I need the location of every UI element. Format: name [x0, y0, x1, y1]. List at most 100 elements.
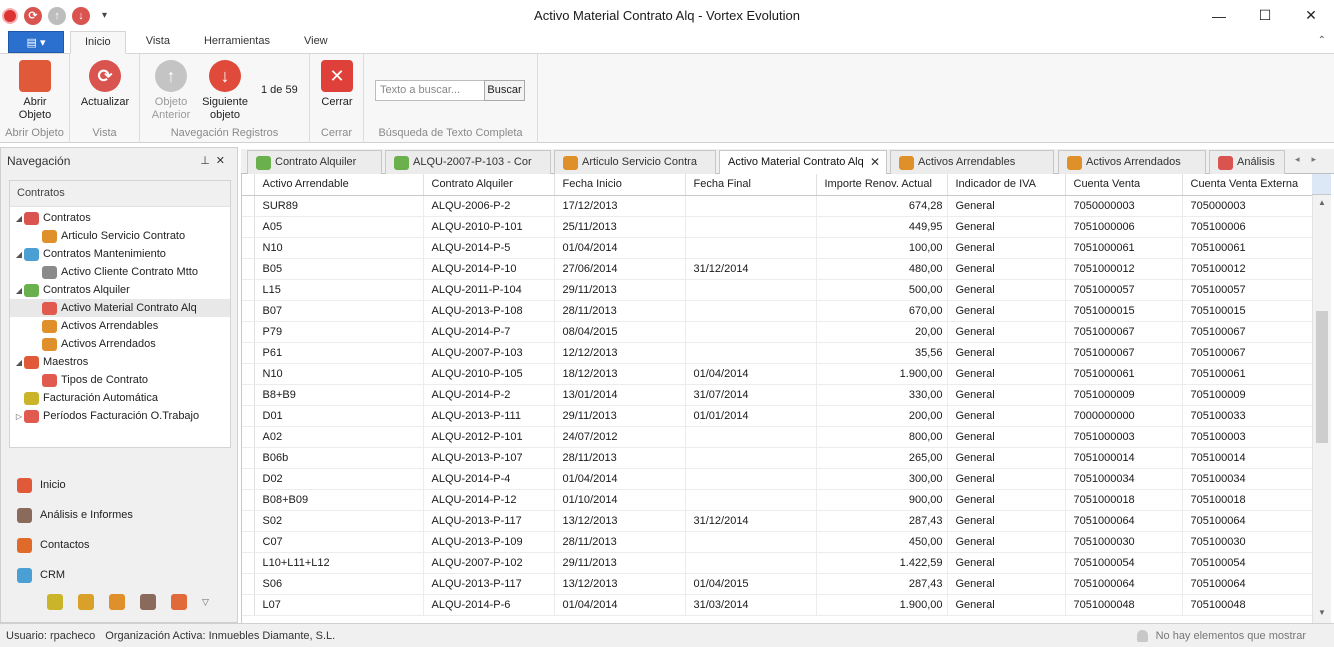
maximize-button[interactable]: ☐ [1242, 0, 1288, 31]
table-cell[interactable]: B05 [254, 258, 424, 280]
table-cell[interactable]: General [947, 237, 1066, 259]
table-cell[interactable]: 7051000057 [1065, 279, 1183, 301]
table-cell[interactable]: 7051000064 [1065, 510, 1183, 532]
box-icon[interactable] [109, 594, 125, 610]
expand-icon[interactable]: ◢ [14, 286, 24, 295]
table-row[interactable]: A02 ALQU-2012-P-101 24/07/2012 800,00 Genera… [242, 426, 1314, 448]
row-indicator[interactable] [242, 384, 255, 406]
tree-item[interactable]: ◢ Maestros [10, 353, 230, 371]
table-cell[interactable]: 01/04/2014 [554, 594, 686, 616]
table-cell[interactable]: B06b [254, 447, 424, 469]
table-cell[interactable]: ALQU-2010-P-105 [423, 363, 555, 385]
table-cell[interactable] [685, 552, 817, 574]
siguiente-objeto-button[interactable]: ↓ Siguiente objeto [200, 60, 250, 122]
table-cell[interactable]: 01/04/2015 [685, 573, 817, 595]
table-cell[interactable]: ALQU-2010-P-101 [423, 216, 555, 238]
table-row[interactable]: B06b ALQU-2013-P-107 28/11/2013 265,00 Gener… [242, 447, 1314, 469]
row-indicator[interactable] [242, 426, 255, 448]
row-indicator[interactable] [242, 552, 255, 574]
close-pane-icon[interactable]: ✕ [216, 155, 231, 167]
document-tab[interactable]: Activos Arrendables [890, 150, 1054, 174]
table-cell[interactable]: 29/11/2013 [554, 279, 686, 301]
table-cell[interactable] [685, 279, 817, 301]
row-indicator[interactable] [242, 531, 255, 553]
nav-button[interactable]: Contactos [17, 530, 133, 560]
row-indicator[interactable] [242, 489, 255, 511]
vertical-scrollbar[interactable]: ▲ ▼ [1312, 195, 1331, 623]
table-cell[interactable]: ALQU-2014-P-12 [423, 489, 555, 511]
scroll-down-icon[interactable]: ▼ [1318, 608, 1326, 617]
file-menu-button[interactable]: ▤ ▾ [8, 31, 64, 53]
objeto-anterior-button[interactable]: ↑ Objeto Anterior [148, 60, 194, 122]
section-header[interactable]: Contratos [10, 181, 230, 207]
table-cell[interactable] [685, 216, 817, 238]
table-cell[interactable]: 1.422,59 [816, 552, 948, 574]
tab-vista[interactable]: Vista [132, 31, 184, 53]
row-indicator[interactable] [242, 321, 255, 343]
tree-item[interactable]: Facturación Automática [10, 389, 230, 407]
table-cell[interactable]: General [947, 342, 1066, 364]
table-cell[interactable]: 17/12/2013 [554, 195, 686, 217]
table-cell[interactable]: 27/06/2014 [554, 258, 686, 280]
document-tab[interactable]: Análisis [1209, 150, 1285, 174]
table-cell[interactable] [685, 321, 817, 343]
table-cell[interactable]: 7051000018 [1065, 489, 1183, 511]
table-cell[interactable]: 705100012 [1182, 258, 1314, 280]
table-row[interactable]: N10 ALQU-2014-P-5 01/04/2014 100,00 General 7… [242, 237, 1314, 259]
table-cell[interactable]: 705000003 [1182, 195, 1314, 217]
table-cell[interactable]: A05 [254, 216, 424, 238]
column-header[interactable]: Importe Renov. Actual [816, 174, 948, 196]
nav-button[interactable]: Inicio [17, 470, 133, 500]
table-cell[interactable]: D02 [254, 468, 424, 490]
tools-icon[interactable] [171, 594, 187, 610]
table-cell[interactable]: D01 [254, 405, 424, 427]
table-cell[interactable]: General [947, 426, 1066, 448]
table-cell[interactable]: 31/07/2014 [685, 384, 817, 406]
table-cell[interactable]: General [947, 216, 1066, 238]
table-row[interactable]: C07 ALQU-2013-P-109 28/11/2013 450,00 Genera… [242, 531, 1314, 553]
table-cell[interactable]: 705100034 [1182, 468, 1314, 490]
table-cell[interactable]: General [947, 258, 1066, 280]
table-cell[interactable]: 705100067 [1182, 342, 1314, 364]
table-cell[interactable]: 705100061 [1182, 363, 1314, 385]
table-cell[interactable]: 31/12/2014 [685, 510, 817, 532]
document-tab[interactable]: Contrato Alquiler [247, 150, 382, 174]
table-cell[interactable] [685, 195, 817, 217]
table-cell[interactable]: S06 [254, 573, 424, 595]
table-cell[interactable]: 705100033 [1182, 405, 1314, 427]
row-indicator[interactable] [242, 279, 255, 301]
table-cell[interactable]: General [947, 195, 1066, 217]
collapse-ribbon-icon[interactable]: ⌃ [1318, 35, 1326, 46]
table-row[interactable]: S02 ALQU-2013-P-117 13/12/2013 31/12/2014 28… [242, 510, 1314, 532]
table-cell[interactable]: 7051000054 [1065, 552, 1183, 574]
tree-item[interactable]: Activo Material Contrato Alq [10, 299, 230, 317]
document-tab[interactable]: Activo Material Contrato Alq ✕ [719, 150, 887, 175]
abrir-objeto-button[interactable]: Abrir Objeto [13, 60, 57, 122]
table-cell[interactable]: 7051000067 [1065, 321, 1183, 343]
table-cell[interactable]: 28/11/2013 [554, 300, 686, 322]
cerrar-button[interactable]: ✕ Cerrar [318, 60, 356, 109]
table-cell[interactable]: 7051000012 [1065, 258, 1183, 280]
table-cell[interactable] [685, 489, 817, 511]
table-cell[interactable]: P79 [254, 321, 424, 343]
table-row[interactable]: L15 ALQU-2011-P-104 29/11/2013 500,00 Genera… [242, 279, 1314, 301]
actualizar-button[interactable]: ⟳ Actualizar [78, 60, 132, 109]
table-cell[interactable]: General [947, 363, 1066, 385]
row-indicator[interactable] [242, 195, 255, 217]
ledger-icon[interactable] [47, 594, 63, 610]
table-cell[interactable]: 7051000064 [1065, 573, 1183, 595]
row-indicator[interactable] [242, 363, 255, 385]
table-cell[interactable]: ALQU-2007-P-103 [423, 342, 555, 364]
tab-inicio[interactable]: Inicio [70, 31, 126, 54]
row-indicator[interactable] [242, 468, 255, 490]
row-indicator[interactable] [242, 237, 255, 259]
table-cell[interactable]: 449,95 [816, 216, 948, 238]
pin-icon[interactable]: ⊥ [200, 155, 216, 167]
table-cell[interactable]: 705100003 [1182, 426, 1314, 448]
table-cell[interactable]: P61 [254, 342, 424, 364]
tabs-scroll-icons[interactable]: ▾◂▸ [1278, 154, 1328, 165]
document-tab[interactable]: ALQU-2007-P-103 - Cor [385, 150, 551, 174]
table-cell[interactable]: General [947, 489, 1066, 511]
tree-item[interactable]: ◢ Contratos Mantenimiento [10, 245, 230, 263]
column-header[interactable]: Cuenta Venta [1065, 174, 1183, 196]
